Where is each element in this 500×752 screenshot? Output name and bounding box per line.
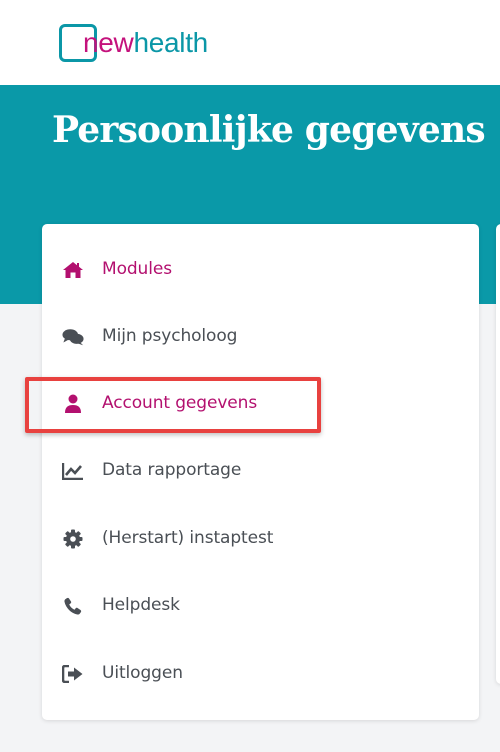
gear-icon <box>62 529 84 549</box>
sidebar-item-label: (Herstart) instaptest <box>102 528 274 548</box>
home-icon <box>62 260 84 280</box>
chat-icon <box>62 327 84 347</box>
top-bar: newhealth <box>0 0 500 85</box>
navigation-card: Modules Mijn psycholoog Account gegevens… <box>42 224 479 720</box>
chart-icon <box>62 461 84 481</box>
logo-text-new: new <box>83 27 134 58</box>
sidebar-item-label: Modules <box>102 259 172 279</box>
logout-icon <box>62 664 84 684</box>
sidebar-item-data-rapportage[interactable]: Data rapportage <box>42 449 479 493</box>
sidebar-item-label: Account gegevens <box>102 393 258 413</box>
sidebar-item-uitloggen[interactable]: Uitloggen <box>42 652 479 696</box>
page-title: Persoonlijke gegevens <box>52 109 486 151</box>
sidebar-item-label: Uitloggen <box>102 663 183 683</box>
sidebar-item-label: Mijn psycholoog <box>102 326 238 346</box>
logo-text-health: health <box>133 27 208 58</box>
sidebar-item-helpdesk[interactable]: Helpdesk <box>42 584 479 628</box>
secondary-card-edge <box>496 224 500 684</box>
sidebar-item-herstart-instaptest[interactable]: (Herstart) instaptest <box>42 517 479 561</box>
phone-icon <box>62 596 84 616</box>
sidebar-item-label: Helpdesk <box>102 595 180 615</box>
sidebar-item-account-gegevens[interactable]: Account gegevens <box>42 382 479 426</box>
sidebar-item-mijn-psycholoog[interactable]: Mijn psycholoog <box>42 315 479 359</box>
sidebar-item-modules[interactable]: Modules <box>42 248 479 292</box>
sidebar-item-label: Data rapportage <box>102 460 242 480</box>
logo-text: newhealth <box>83 24 208 62</box>
newhealth-logo[interactable]: newhealth <box>59 24 208 62</box>
user-icon <box>62 394 84 414</box>
